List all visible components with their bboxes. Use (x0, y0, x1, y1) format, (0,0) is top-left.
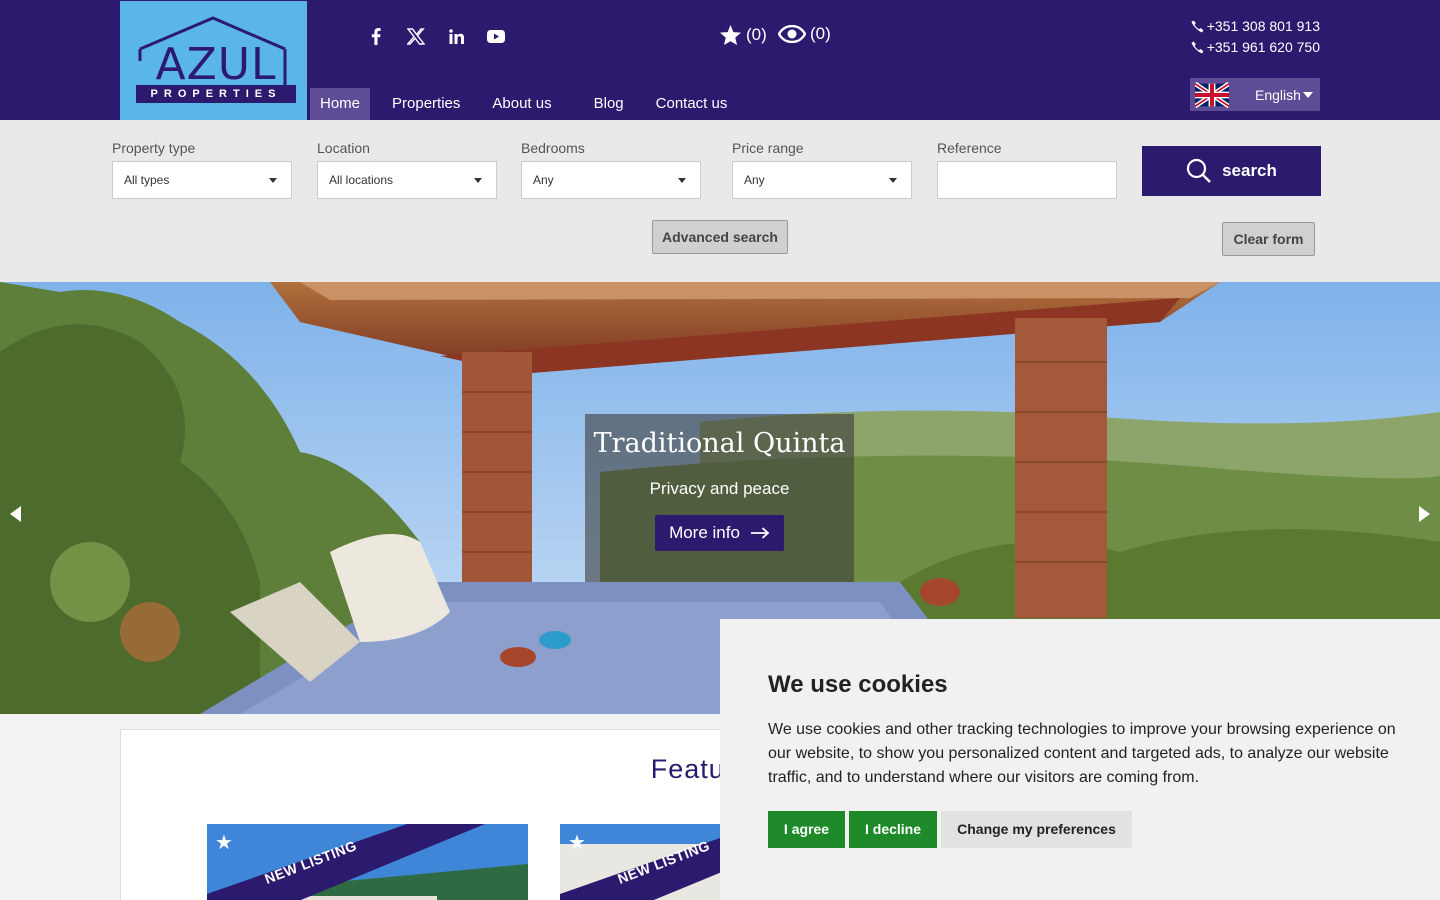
price-range-field: Price range Any (732, 140, 912, 199)
select-value: Any (744, 173, 765, 187)
location-field: Location All locations (317, 140, 497, 199)
caret-down-icon (889, 178, 897, 183)
phone-row[interactable]: +351 308 801 913 (1191, 16, 1320, 37)
field-label: Property type (112, 140, 196, 156)
phone-icon (1191, 41, 1204, 54)
hero-title: Traditional Quinta (593, 428, 846, 459)
property-card[interactable]: ★ NEW LISTING (207, 824, 528, 900)
favourites-counter[interactable]: (0) (719, 24, 767, 46)
eye-icon (778, 25, 806, 43)
facebook-icon[interactable] (364, 24, 388, 48)
nav-contact-us[interactable]: Contact us (646, 88, 738, 120)
logo-text: AZUL (155, 39, 277, 90)
property-image (207, 824, 528, 900)
hero-subtitle: Privacy and peace (649, 479, 790, 498)
nav-home[interactable]: Home (310, 88, 371, 120)
caret-down-icon (678, 178, 686, 183)
decline-button[interactable]: I decline (849, 811, 937, 848)
youtube-icon[interactable] (484, 24, 508, 48)
favourite-star-icon[interactable]: ★ (568, 830, 586, 855)
caret-down-icon (269, 178, 277, 183)
phone-number: +351 961 620 750 (1206, 39, 1320, 55)
price-range-select[interactable]: Any (732, 161, 912, 199)
nav-blog[interactable]: Blog (584, 88, 634, 120)
uk-flag-icon (1195, 81, 1229, 108)
search-form: Property type All types Location All loc… (0, 120, 1440, 282)
more-info-label: More info (669, 523, 740, 542)
favourites-count: (0) (746, 25, 767, 44)
chevron-down-icon (1302, 91, 1313, 98)
cookie-title: We use cookies (768, 671, 948, 698)
field-label: Bedrooms (521, 140, 585, 156)
select-value: All locations (329, 173, 394, 187)
advanced-search-button[interactable]: Advanced search (652, 220, 788, 254)
field-label: Reference (937, 140, 1002, 156)
viewed-counter[interactable]: (0) (778, 24, 831, 44)
main-nav: Home Properties About us Blog Contact us (310, 88, 749, 120)
hero-caption: Traditional Quinta Privacy and peace Mor… (585, 414, 854, 582)
select-value: Any (533, 173, 554, 187)
cookie-text: We use cookies and other tracking techno… (768, 721, 1396, 786)
bedrooms-field: Bedrooms Any (521, 140, 701, 199)
location-select[interactable]: All locations (317, 161, 497, 199)
logo-subtext: PROPERTIES (136, 85, 296, 103)
favourite-star-icon[interactable]: ★ (215, 830, 233, 855)
language-label: English (1255, 86, 1301, 103)
phone-number: +351 308 801 913 (1206, 18, 1320, 34)
field-label: Price range (732, 140, 804, 156)
language-selector[interactable]: English (1190, 78, 1320, 111)
site-logo[interactable]: AZUL PROPERTIES (120, 1, 307, 120)
linkedin-icon[interactable] (444, 24, 468, 48)
phone-numbers: +351 308 801 913 +351 961 620 750 (1191, 16, 1320, 58)
site-header: AZUL PROPERTIES (0) (0) +351 308 801 913… (0, 0, 1440, 120)
select-value: All types (124, 173, 170, 187)
property-type-field: Property type All types (112, 140, 292, 199)
search-button[interactable]: search (1142, 146, 1321, 196)
field-label: Location (317, 140, 370, 156)
caret-down-icon (474, 178, 482, 183)
phone-row[interactable]: +351 961 620 750 (1191, 37, 1320, 58)
property-type-select[interactable]: All types (112, 161, 292, 199)
nav-properties[interactable]: Properties (382, 88, 470, 120)
search-button-label: search (1222, 161, 1277, 180)
search-icon (1186, 158, 1211, 183)
viewed-count: (0) (810, 24, 831, 43)
clear-form-button[interactable]: Clear form (1222, 222, 1315, 256)
reference-input[interactable] (937, 161, 1117, 199)
agree-button[interactable]: I agree (768, 811, 845, 848)
arrow-right-icon (750, 527, 770, 539)
x-twitter-icon[interactable] (404, 24, 428, 48)
slider-next-arrow-icon[interactable] (1419, 506, 1430, 522)
change-preferences-button[interactable]: Change my preferences (941, 811, 1132, 848)
slider-prev-arrow-icon[interactable] (10, 506, 21, 522)
nav-about-us[interactable]: About us (482, 88, 561, 120)
more-info-button[interactable]: More info (655, 515, 784, 551)
cookie-banner: We use cookies We use cookies and other … (720, 619, 1440, 900)
star-icon (719, 24, 742, 46)
reference-field: Reference (937, 140, 1117, 199)
bedrooms-select[interactable]: Any (521, 161, 701, 199)
phone-icon (1191, 20, 1204, 33)
